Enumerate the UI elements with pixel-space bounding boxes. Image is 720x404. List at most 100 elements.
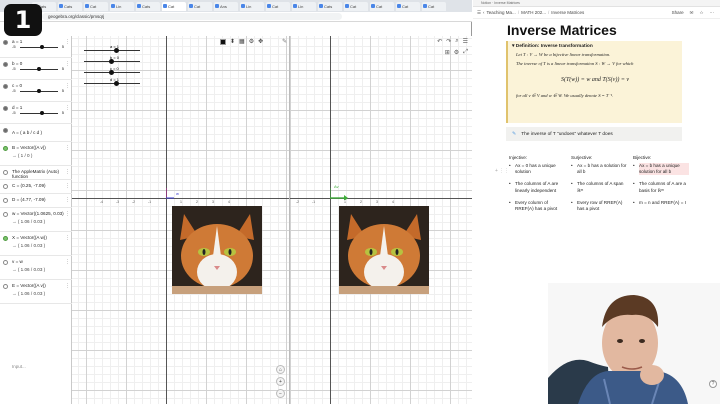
slider-row[interactable]: b = 0 -5 5 ⋮ [0,58,72,80]
more-icon[interactable]: ⋮ [65,211,70,217]
browser-tab[interactable]: Cat [84,1,108,11]
more-icon[interactable]: ⋮ [65,183,70,189]
algebra-row[interactable]: D = (4.77, -7.09) ⋮ [0,194,72,208]
move-icon[interactable]: ✥ [258,38,263,45]
more-icon[interactable]: ⋮ [65,145,70,151]
zoom-out-icon[interactable]: − [276,389,285,398]
browser-tab[interactable]: Cats [136,1,160,11]
transformed-vector[interactable] [330,184,350,200]
slider-row[interactable]: a = 1 -5 5 ⋮ [0,36,72,58]
visibility-toggle[interactable] [3,212,8,217]
browser-tab[interactable]: Cat [344,1,368,11]
algebra-row[interactable]: w = Vector((1.0625, 0.03) → ( 1.06 / 0.03… [0,208,72,232]
graphics-slider[interactable]: b = 0 [82,55,142,66]
graphics-slider-track[interactable] [84,83,140,84]
graphics-slider[interactable]: c = 0 [82,66,142,77]
more-icon[interactable]: ⋮ [65,83,70,89]
fullscreen-icon[interactable]: ⤢ [463,49,468,56]
visibility-toggle[interactable] [3,128,8,133]
more-icon[interactable]: ⋮ [65,169,70,175]
more-icon[interactable]: ⋯ [710,10,715,16]
more-icon[interactable]: ⋮ [65,105,70,111]
menu-icon[interactable]: ☰ [463,38,468,45]
browser-tab[interactable]: Lin [110,1,134,11]
search-icon[interactable]: ⌕ [455,38,458,45]
slider-track[interactable] [20,113,58,114]
slider-knob[interactable] [40,45,45,49]
algebra-row[interactable]: X = Vector((A w)) → ( 1.06 / 0.03 ) ⋮ [0,232,72,256]
url-input[interactable]: geogebra.org/classic/pmsqrj [42,13,342,20]
browser-tab[interactable]: Cats [58,1,82,11]
slider-track[interactable] [20,47,58,48]
more-icon[interactable]: ⋮ [65,259,70,265]
pin-icon[interactable]: ⬍ [230,38,235,45]
visibility-toggle[interactable] [3,106,8,111]
browser-tab[interactable]: Ans [214,1,238,11]
graphics-slider-knob[interactable] [109,59,114,64]
slider-control[interactable]: -5 5 [12,44,72,50]
visibility-toggle[interactable] [3,284,8,289]
more-icon[interactable]: ⋮ [65,235,70,241]
visibility-toggle[interactable] [3,84,8,89]
visibility-toggle[interactable] [3,184,8,189]
graphics-slider-knob[interactable] [109,70,114,75]
slider-control[interactable]: -5 5 [12,88,72,94]
home-icon[interactable]: ⌂ [276,365,285,374]
browser-tab[interactable]: Cat [422,1,446,11]
algebra-row[interactable]: C = (0.25, -7.09) ⋮ [0,180,72,194]
visibility-toggle[interactable] [3,170,8,175]
matrix-row[interactable]: A = ( a b / c d ) [0,124,72,142]
favorite-icon[interactable]: ☆ [699,10,703,16]
pen-icon[interactable]: ✎ [282,38,287,45]
breadcrumb-item-3[interactable]: Inverse Matrices [551,10,584,15]
slider-row[interactable]: c = 0 -5 5 ⋮ [0,80,72,102]
graphics-view-1[interactable]: a = 1b = 0c = 0d = 1 -4 -3 -2 -1 1 2 3 4 w [72,36,290,404]
graphics-slider[interactable]: a = 1 [82,44,142,55]
input-bar[interactable]: Input... [0,364,72,374]
breadcrumb-item-1[interactable]: Teaching Ma... [487,10,516,15]
visibility-toggle[interactable] [3,62,8,67]
slider-knob[interactable] [37,67,41,71]
browser-tab[interactable]: Cats [318,1,342,11]
algebra-row[interactable]: v = w → ( 1.06 / 0.03 ) ⋮ [0,256,72,280]
graphics-view-2[interactable]: -4-3-2-11234 Av [290,36,472,404]
slider-knob[interactable] [40,111,45,115]
more-icon[interactable]: ⋮ [65,39,70,45]
graphics-slider-track[interactable] [84,50,140,51]
sidebar-toggle-icon[interactable]: ☰ [477,10,481,16]
help-icon[interactable]: ? [709,380,717,388]
slider-control[interactable]: -5 5 [12,110,72,116]
browser-tab[interactable]: Cat [396,1,420,11]
redo-icon[interactable]: ↷ [446,38,451,45]
algebra-row[interactable]: E = Vector((A v)) → ( 1.06 / 0.03 ) ⋮ [0,280,72,304]
zoom-in-icon[interactable]: + [276,377,285,386]
share-button[interactable]: Share [672,10,684,16]
comment-icon[interactable]: ✉ [690,10,694,16]
slider-control[interactable]: -5 5 [12,66,72,72]
graphics-slider-knob[interactable] [114,81,119,86]
definition-heading[interactable]: ▾ Definition: Inverse transformation [512,44,678,49]
more-icon[interactable]: ⋮ [65,197,70,203]
browser-tab[interactable]: Cat [162,1,186,11]
settings-icon[interactable]: ⚙ [454,49,459,56]
slider-knob[interactable] [37,89,41,93]
browser-tab[interactable]: Lin [240,1,264,11]
browser-tab[interactable]: Cat [188,1,212,11]
visibility-toggle[interactable] [3,198,8,203]
style-icon[interactable]: ▦ [239,38,245,45]
graphics-slider[interactable]: d = 1 [82,77,142,88]
visibility-toggle[interactable] [3,40,8,45]
gear-icon[interactable]: ⚙ [249,38,254,45]
undo-icon[interactable]: ↶ [437,38,442,45]
color-swatch[interactable] [220,38,226,45]
more-icon[interactable]: ⋮ [65,283,70,289]
more-icon[interactable]: ⋮ [65,61,70,67]
grid-icon[interactable]: ⊞ [445,49,450,56]
algebra-row[interactable]: The AppleMatrix (Auto) function ⋮ [0,166,72,180]
browser-tab[interactable]: Cat [266,1,290,11]
breadcrumb-item-2[interactable]: MATH 202... [521,10,546,15]
visibility-toggle[interactable] [3,146,8,151]
visibility-toggle[interactable] [3,260,8,265]
browser-tab[interactable]: Lin [292,1,316,11]
browser-tab[interactable]: Cat [370,1,394,11]
